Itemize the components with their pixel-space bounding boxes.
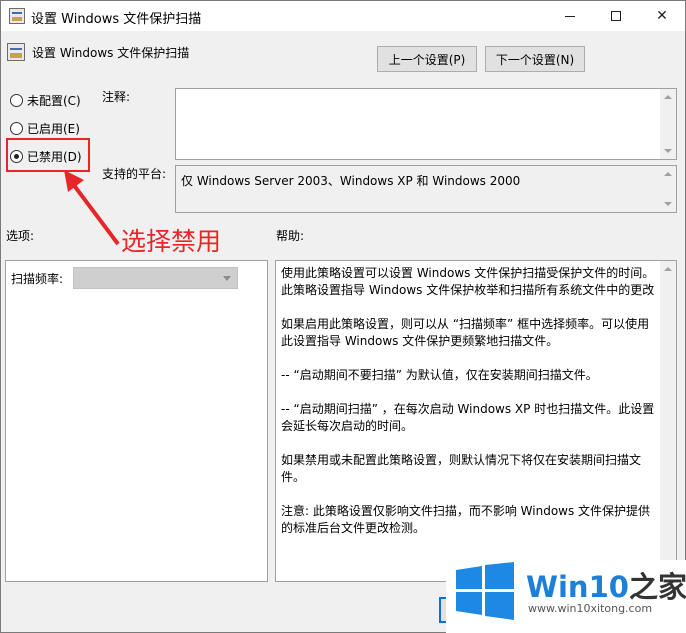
- help-paragraph: 注意: 此策略设置仅影响文件扫描，而不影响 Windows 文件保护提供的标准后…: [281, 504, 651, 535]
- comment-scrollbar[interactable]: [660, 89, 676, 159]
- scroll-up-icon[interactable]: [664, 172, 672, 176]
- maximize-icon: [611, 11, 621, 21]
- scroll-up-icon[interactable]: [664, 267, 672, 271]
- annotation-label: 选择禁用: [121, 227, 222, 256]
- windows-logo-icon: [456, 562, 514, 620]
- minimize-button[interactable]: [547, 1, 593, 31]
- radio-label-not-configured: 未配置(C): [27, 94, 81, 108]
- radio-circle-enabled: [10, 122, 23, 135]
- scroll-up-icon[interactable]: [664, 95, 672, 99]
- previous-setting-button[interactable]: 上一个设置(P): [377, 46, 477, 72]
- help-paragraph: -- “启动期间扫描” ，在每次启动 Windows XP 时也扫描文件。此设置…: [281, 402, 655, 433]
- policy-setting-icon: [7, 43, 25, 61]
- watermark-brand-suffix: 之家: [628, 570, 686, 604]
- help-paragraph: 如果启用此策略设置，则可以从 “扫描频率” 框中选择频率。可以使用此设置指导 W…: [281, 317, 650, 348]
- maximize-button[interactable]: [593, 1, 639, 31]
- watermark-url: www.win10xitong.com: [528, 602, 653, 615]
- close-button[interactable]: ✕: [639, 1, 685, 31]
- annotation-highlight-box: [6, 138, 90, 172]
- options-panel: 扫描频率:: [5, 260, 268, 582]
- help-section-label: 帮助:: [276, 229, 305, 243]
- help-scrollbar[interactable]: [660, 261, 676, 581]
- platform-scrollbar[interactable]: [660, 166, 676, 212]
- policy-app-icon: [9, 8, 25, 24]
- watermark-brand-latin: Win10: [526, 570, 629, 604]
- policy-dialog-window: 设置 Windows 文件保护扫描 ✕ 设置 Windows 文件保护扫描 上一…: [0, 0, 686, 633]
- watermark-brand: Win10之家: [526, 564, 686, 606]
- radio-circle-not-configured: [10, 94, 23, 107]
- next-setting-button[interactable]: 下一个设置(N): [485, 46, 585, 72]
- site-watermark: Win10之家 www.win10xitong.com: [446, 560, 686, 633]
- platform-textbox: 仅 Windows Server 2003、Windows XP 和 Windo…: [175, 165, 677, 213]
- scroll-down-icon[interactable]: [664, 202, 672, 206]
- title-bar[interactable]: 设置 Windows 文件保护扫描 ✕: [1, 1, 685, 31]
- help-paragraph: 使用此策略设置可以设置 Windows 文件保护扫描受保护文件的时间。此策略设置…: [281, 266, 655, 297]
- minimize-icon: [565, 15, 575, 17]
- annotation-arrow-icon: [64, 170, 120, 246]
- help-text: 使用此策略设置可以设置 Windows 文件保护扫描受保护文件的时间。此策略设置…: [281, 265, 659, 537]
- options-section-label: 选项:: [6, 229, 35, 243]
- comment-textarea[interactable]: [175, 88, 677, 160]
- chevron-down-icon: [223, 276, 231, 281]
- comment-label: 注释:: [102, 90, 131, 104]
- scan-frequency-select[interactable]: [73, 267, 238, 289]
- help-paragraph: 如果禁用或未配置此策略设置，则默认情况下将仅在安装期间扫描文件。: [281, 453, 642, 484]
- platform-value: 仅 Windows Server 2003、Windows XP 和 Windo…: [181, 174, 521, 188]
- help-panel[interactable]: 使用此策略设置可以设置 Windows 文件保护扫描受保护文件的时间。此策略设置…: [275, 260, 677, 582]
- window-title: 设置 Windows 文件保护扫描: [31, 12, 202, 27]
- scan-frequency-label: 扫描频率:: [11, 272, 64, 286]
- radio-enabled[interactable]: 已启用(E): [10, 120, 80, 137]
- radio-label-enabled: 已启用(E): [27, 122, 80, 136]
- radio-not-configured[interactable]: 未配置(C): [10, 92, 81, 109]
- help-paragraph: -- “启动期间不要扫描” 为默认值，仅在安装期间扫描文件。: [281, 368, 598, 382]
- scroll-down-icon[interactable]: [664, 149, 672, 153]
- policy-name: 设置 Windows 文件保护扫描: [32, 46, 190, 60]
- close-icon: ✕: [656, 8, 668, 24]
